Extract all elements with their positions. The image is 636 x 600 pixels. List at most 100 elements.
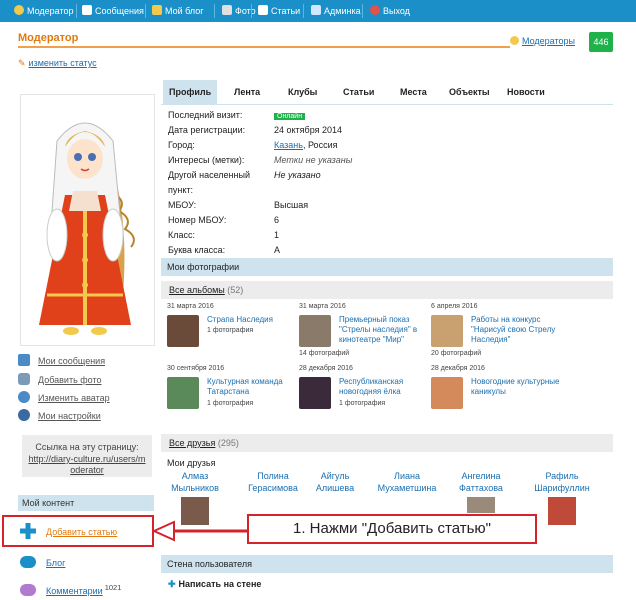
album-title[interactable]: Страпа Наследия xyxy=(207,315,302,325)
last-visit-label: Последний визит: xyxy=(168,110,243,120)
plus-icon: ✚ xyxy=(168,579,176,589)
avatar-image xyxy=(39,122,135,335)
nav-articles[interactable]: Статьи xyxy=(258,0,300,22)
album-title[interactable]: Культурная команда Татарстана xyxy=(207,377,302,397)
friend-card[interactable]: Айгуль Алишева xyxy=(300,470,370,494)
change-status-link[interactable]: ✎ изменить статус xyxy=(18,58,97,69)
tab-news[interactable]: Новости xyxy=(507,80,545,104)
album-card[interactable]: 31 марта 2016 Страпа Наследия 1 фотограф… xyxy=(167,303,297,363)
add-photo-link[interactable]: Добавить фото xyxy=(18,373,102,385)
nav-my-blog[interactable]: Мой блог xyxy=(152,0,204,22)
callout-arrow xyxy=(151,520,248,542)
all-friends-bar: Все друзья (295) xyxy=(161,434,613,452)
album-count: 1 фотография xyxy=(339,400,386,407)
person-icon xyxy=(18,391,30,403)
album-card[interactable]: 30 сентября 2016 Культурная команда Тата… xyxy=(167,365,297,425)
album-card[interactable]: 31 марта 2016 Премьерный показ "Стрелы н… xyxy=(299,303,429,363)
city-value: Казань, Россия xyxy=(274,140,338,150)
nav-separator xyxy=(251,4,252,18)
database-icon xyxy=(311,5,321,15)
friend-card[interactable]: Полина Герасимова xyxy=(238,470,308,494)
all-albums-link[interactable]: Все альбомы xyxy=(169,285,225,295)
my-content-header: Мой контент xyxy=(18,495,154,511)
friend-card[interactable]: Лиана Мухаметшина xyxy=(372,470,442,494)
album-card[interactable]: 28 декабря 2016 Новогодние культурные ка… xyxy=(431,365,561,425)
change-avatar-link[interactable]: Изменить аватар xyxy=(18,391,110,403)
friend-avatar[interactable] xyxy=(467,497,495,513)
tab-profile[interactable]: Профиль xyxy=(163,80,218,104)
class-letter-value: А xyxy=(274,245,281,255)
album-thumbnail[interactable] xyxy=(167,377,199,409)
highlight-frame xyxy=(2,515,154,547)
class-letter-label: Буква класса: xyxy=(168,245,226,255)
nav-messages[interactable]: Сообщения xyxy=(82,0,144,22)
user-icon xyxy=(14,5,24,15)
page-link-box: Ссылка на эту страницу: http://diary-cul… xyxy=(22,435,152,477)
friend-card[interactable]: Ангелина Фаттахова xyxy=(446,470,516,513)
other-locality-label: Другой населенный xyxy=(168,170,250,180)
tab-articles[interactable]: Статьи xyxy=(343,80,374,104)
notification-counter[interactable]: 446 xyxy=(589,32,613,52)
nav-logout[interactable]: Выход xyxy=(370,0,410,22)
album-thumbnail[interactable] xyxy=(299,377,331,409)
album-title[interactable]: Премьерный показ "Стрелы наследия" в кин… xyxy=(339,315,439,345)
tab-objects[interactable]: Объекты xyxy=(449,80,490,104)
gear-icon xyxy=(18,409,30,421)
tab-feed[interactable]: Лента xyxy=(234,80,260,104)
nav-separator xyxy=(145,4,146,18)
friend-avatar[interactable] xyxy=(548,497,576,525)
envelope-icon xyxy=(82,5,92,15)
class-label: Класс: xyxy=(168,230,195,240)
envelope-icon xyxy=(18,354,30,366)
album-thumbnail[interactable] xyxy=(431,315,463,347)
nav-admin[interactable]: Админка xyxy=(311,0,361,22)
all-friends-link[interactable]: Все друзья xyxy=(169,438,215,448)
friends-count: (295) xyxy=(217,438,239,448)
friend-card[interactable]: Алмаз Мыльников xyxy=(160,470,230,525)
profile-tabs: Профиль Лента Клубы Статьи Места Объекты… xyxy=(161,80,613,105)
comments-count: 1021 xyxy=(104,583,122,592)
all-albums-bar: Все альбомы (52) xyxy=(161,281,613,299)
close-circle-icon xyxy=(370,5,380,15)
mbou-label: МБОУ: xyxy=(168,200,197,210)
album-card[interactable]: 28 декабря 2016 Республиканская новогодн… xyxy=(299,365,429,425)
chat-icon xyxy=(20,556,36,568)
album-thumbnail[interactable] xyxy=(299,315,331,347)
top-navigation-bar: Модератор Сообщения Мой блог Фото Статьи… xyxy=(0,0,636,22)
nav-separator xyxy=(76,4,77,18)
registration-date-label: Дата регистрации: xyxy=(168,125,246,135)
nav-separator xyxy=(362,4,363,18)
album-thumbnail[interactable] xyxy=(167,315,199,347)
comments-link[interactable]: Комментарии 1021 xyxy=(20,583,121,596)
status-badge: Онлайн xyxy=(274,110,306,120)
user-icon xyxy=(510,36,519,45)
city-link[interactable]: Казань xyxy=(274,140,303,150)
album-title[interactable]: Работы на конкурс "Нарисуй свою Стрелу Н… xyxy=(471,315,576,345)
instruction-callout: 1. Нажми "Добавить статью" xyxy=(247,514,537,544)
moderators-link[interactable]: Модераторы xyxy=(510,36,575,46)
mbou-number-label: Номер МБОУ: xyxy=(168,215,227,225)
album-count: 20 фотографий xyxy=(431,350,482,357)
album-thumbnail[interactable] xyxy=(431,377,463,409)
nav-moderator[interactable]: Модератор xyxy=(14,0,74,22)
tab-places[interactable]: Места xyxy=(400,80,427,104)
wall-header: Стена пользователя xyxy=(161,555,613,573)
my-friends-title: Мои друзья xyxy=(167,458,216,468)
album-title[interactable]: Новогодние культурные каникулы xyxy=(471,377,561,397)
write-on-wall-link[interactable]: ✚ Написать на стене xyxy=(168,579,261,590)
other-locality-label-2: пункт: xyxy=(168,185,194,195)
nav-separator xyxy=(214,4,215,18)
page-link-label: Ссылка на эту страницу: xyxy=(35,442,139,452)
page-title: Модератор xyxy=(18,32,79,44)
avatar[interactable] xyxy=(20,94,155,346)
blog-link[interactable]: Блог xyxy=(20,556,65,568)
my-settings-link[interactable]: Мои настройки xyxy=(18,409,101,421)
interests-label: Интересы (метки): xyxy=(168,155,245,165)
friend-card[interactable]: Рафиль Шарифуллин xyxy=(527,470,597,525)
page-link-url[interactable]: http://diary-culture.ru/users/moderator xyxy=(26,454,148,476)
my-messages-link[interactable]: Мои сообщения xyxy=(18,354,105,366)
album-card[interactable]: 6 апреля 2016 Работы на конкурс "Нарисуй… xyxy=(431,303,561,363)
pencil-icon: ✎ xyxy=(18,58,26,68)
tab-clubs[interactable]: Клубы xyxy=(288,80,317,104)
album-title[interactable]: Республиканская новогодняя ёлка xyxy=(339,377,434,397)
